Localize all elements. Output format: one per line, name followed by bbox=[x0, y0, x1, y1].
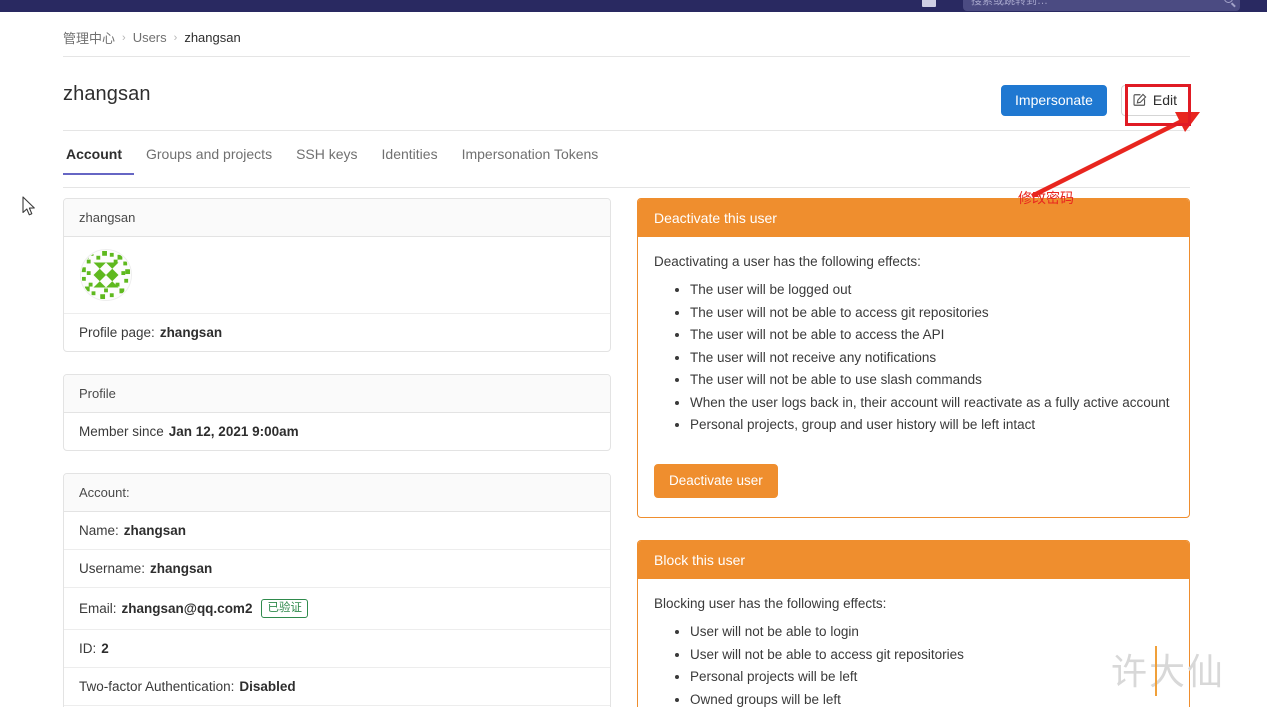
account-row-email: Email: zhangsan@qq.com2 已验证 bbox=[64, 588, 610, 631]
top-navbar: 搜索或跳转到… bbox=[0, 0, 1267, 12]
deactivate-user-panel: Deactivate this user Deactivating a user… bbox=[637, 198, 1190, 518]
page-root: 搜索或跳转到… 管理中心 › Users › zhangsan zhangsan… bbox=[0, 0, 1267, 707]
tab-groups-and-projects[interactable]: Groups and projects bbox=[134, 146, 284, 175]
avatar bbox=[80, 249, 132, 301]
account-value: zhangsan bbox=[150, 561, 213, 576]
header-divider bbox=[63, 130, 1190, 131]
account-row-name: Name: zhangsan bbox=[64, 512, 610, 550]
list-item: When the user logs back in, their accoun… bbox=[690, 393, 1173, 413]
list-item: The user will be logged out bbox=[690, 280, 1173, 300]
block-user-panel: Block this user Blocking user has the fo… bbox=[637, 539, 1190, 707]
watermark: 许大仙 bbox=[1110, 652, 1225, 693]
breadcrumb-separator: › bbox=[122, 31, 126, 44]
block-intro: Blocking user has the following effects: bbox=[654, 595, 887, 611]
tab-ssh-keys[interactable]: SSH keys bbox=[284, 146, 369, 175]
breadcrumb-item-current: zhangsan bbox=[184, 30, 241, 45]
account-value: zhangsan bbox=[123, 523, 187, 538]
edit-button-label: Edit bbox=[1152, 92, 1177, 108]
search-icon bbox=[1224, 0, 1233, 3]
profile-page-value[interactable]: zhangsan bbox=[160, 325, 222, 340]
account-value: 2 bbox=[101, 641, 109, 657]
account-row-two-factor: Two-factor Authentication: Disabled bbox=[64, 668, 610, 707]
block-panel-body: Blocking user has the following effects:… bbox=[638, 579, 1189, 707]
account-card: Account: Name: zhangsan Username: zhangs… bbox=[63, 473, 611, 707]
list-item: Owned groups will be left bbox=[690, 690, 1173, 707]
list-item: The user will not be able to use slash c… bbox=[690, 370, 1173, 390]
tab-account[interactable]: Account bbox=[63, 146, 134, 175]
deactivate-intro: Deactivating a user has the following ef… bbox=[654, 254, 921, 269]
tab-bar: Account Groups and projects SSH keys Ide… bbox=[63, 146, 1190, 182]
list-item: The user will not be able to access git … bbox=[690, 303, 1173, 323]
profile-card-header: Profile bbox=[64, 375, 610, 413]
header-actions: Impersonate Edit bbox=[1001, 85, 1190, 116]
global-search-input[interactable]: 搜索或跳转到… bbox=[963, 0, 1240, 11]
deactivate-panel-body: Deactivating a user has the following ef… bbox=[638, 237, 1189, 517]
list-item: Personal projects will be left bbox=[690, 667, 1173, 687]
account-row-id: ID: 2 bbox=[64, 630, 610, 669]
annotation-label: 修改密码 bbox=[1018, 190, 1074, 206]
breadcrumb: 管理中心 › Users › zhangsan bbox=[63, 28, 241, 47]
page-title: zhangsan bbox=[63, 83, 151, 105]
tab-identities[interactable]: Identities bbox=[370, 146, 450, 175]
account-label: Email: bbox=[79, 601, 117, 617]
identicon-avatar bbox=[80, 249, 132, 301]
breadcrumb-separator: › bbox=[173, 31, 178, 44]
content-area: 管理中心 › Users › zhangsan zhangsan Imperso… bbox=[0, 12, 1267, 707]
list-item: User will not be able to login bbox=[690, 622, 1173, 642]
account-label: Username: bbox=[79, 561, 146, 576]
user-summary-card-header: zhangsan bbox=[64, 199, 610, 237]
list-item: Personal projects, group and user histor… bbox=[690, 415, 1173, 435]
global-search-placeholder: 搜索或跳转到… bbox=[971, 0, 1048, 7]
account-value: zhangsan@qq.com2 bbox=[121, 601, 253, 617]
breadcrumb-item-admin[interactable]: 管理中心 bbox=[63, 28, 115, 47]
deactivate-panel-header: Deactivate this user bbox=[638, 199, 1189, 237]
account-card-header: Account: bbox=[64, 474, 610, 512]
user-avatar-row bbox=[64, 237, 610, 314]
list-item: The user will not be able to access the … bbox=[690, 325, 1173, 345]
deactivate-effects-list: The user will be logged out The user wil… bbox=[690, 280, 1173, 435]
breadcrumb-item-users[interactable]: Users bbox=[133, 30, 167, 45]
account-label: Name: bbox=[79, 523, 119, 538]
block-panel-header: Block this user bbox=[638, 540, 1189, 579]
profile-card: Profile Member since Jan 12, 2021 9:00am bbox=[63, 374, 611, 451]
account-label: Two-factor Authentication: bbox=[79, 679, 235, 695]
member-since-value: Jan 12, 2021 9:00am bbox=[168, 424, 299, 439]
account-value: Disabled bbox=[239, 679, 296, 695]
left-column: zhangsan Profile page: zhangsan Profile … bbox=[63, 198, 611, 707]
impersonate-button[interactable]: Impersonate bbox=[1001, 85, 1107, 116]
profile-page-label: Profile page: bbox=[79, 325, 155, 340]
list-item: User will not be able to access git repo… bbox=[690, 645, 1173, 665]
tab-impersonation-tokens[interactable]: Impersonation Tokens bbox=[450, 146, 611, 175]
watermark-bar bbox=[1155, 646, 1157, 696]
block-effects-list: User will not be able to login User will… bbox=[690, 622, 1173, 707]
right-column: Deactivate this user Deactivating a user… bbox=[637, 198, 1190, 707]
pencil-square-icon bbox=[1133, 93, 1147, 107]
member-since-row: Member since Jan 12, 2021 9:00am bbox=[64, 413, 610, 450]
user-summary-card: zhangsan Profile page: zhangsan bbox=[63, 198, 611, 352]
account-label: ID: bbox=[79, 641, 97, 657]
breadcrumb-divider bbox=[63, 56, 1190, 57]
account-row-username: Username: zhangsan bbox=[64, 550, 610, 588]
status-badge: 已验证 bbox=[261, 599, 308, 619]
edit-button[interactable]: Edit bbox=[1120, 85, 1190, 116]
mouse-cursor bbox=[22, 196, 35, 216]
deactivate-user-button[interactable]: Deactivate user bbox=[654, 463, 778, 498]
profile-page-row: Profile page: zhangsan bbox=[64, 314, 610, 351]
list-item: The user will not receive any notificati… bbox=[690, 348, 1173, 368]
member-since-label: Member since bbox=[79, 424, 164, 439]
mail-icon[interactable] bbox=[922, 0, 936, 7]
